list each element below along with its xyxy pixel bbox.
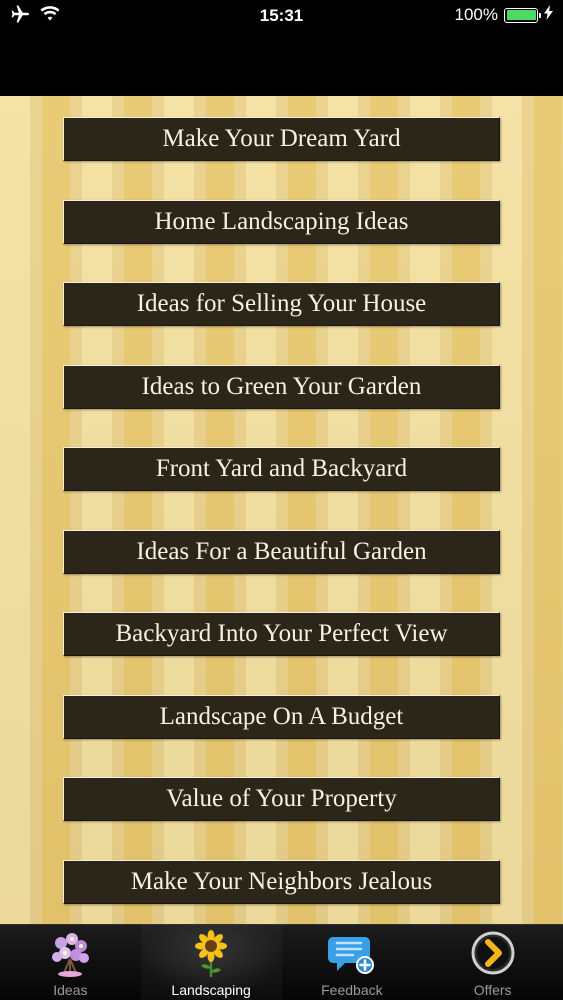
tab-offers[interactable]: Offers	[422, 925, 563, 1000]
menu-button-backyard-into-your-perfect-view[interactable]: Backyard Into Your Perfect View	[63, 612, 500, 656]
tab-label: Offers	[473, 982, 512, 998]
tab-label: Feedback	[321, 982, 383, 998]
menu-button-make-your-neighbors-jealous[interactable]: Make Your Neighbors Jealous	[63, 860, 500, 904]
tab-bar: Ideas Landscaping Feedback Offers	[0, 924, 563, 1000]
tab-label: Ideas	[53, 982, 88, 998]
menu-button-ideas-for-selling-your-house[interactable]: Ideas for Selling Your House	[63, 282, 500, 326]
charging-bolt-icon	[544, 5, 553, 25]
menu-button-ideas-to-green-your-garden[interactable]: Ideas to Green Your Garden	[63, 365, 500, 409]
menu-button-ideas-for-a-beautiful-garden[interactable]: Ideas For a Beautiful Garden	[63, 530, 500, 574]
menu-button-landscape-on-a-budget[interactable]: Landscape On A Budget	[63, 695, 500, 739]
menu-button-home-landscaping-ideas[interactable]: Home Landscaping Ideas	[63, 200, 500, 244]
tab-feedback[interactable]: Feedback	[282, 925, 423, 1000]
flowers-icon	[52, 933, 90, 977]
status-bar: 15:31 100%	[0, 0, 563, 32]
menu-button-value-of-your-property[interactable]: Value of Your Property	[63, 777, 500, 821]
battery-percent: 100%	[454, 5, 498, 24]
navigation-bar	[0, 32, 563, 96]
tab-label: Landscaping	[171, 982, 251, 998]
battery-icon	[504, 7, 541, 23]
tab-landscaping[interactable]: Landscaping	[140, 925, 282, 1000]
tab-ideas[interactable]: Ideas	[0, 925, 141, 1000]
chevron-circle-icon	[471, 931, 515, 975]
menu-button-make-your-dream-yard[interactable]: Make Your Dream Yard	[63, 117, 500, 161]
speech-bubble-plus-icon	[327, 937, 374, 974]
menu-button-front-yard-and-backyard[interactable]: Front Yard and Backyard	[63, 447, 500, 491]
sunflower-icon	[195, 930, 228, 977]
menu-list: Make Your Dream Yard Home Landscaping Id…	[0, 96, 563, 924]
